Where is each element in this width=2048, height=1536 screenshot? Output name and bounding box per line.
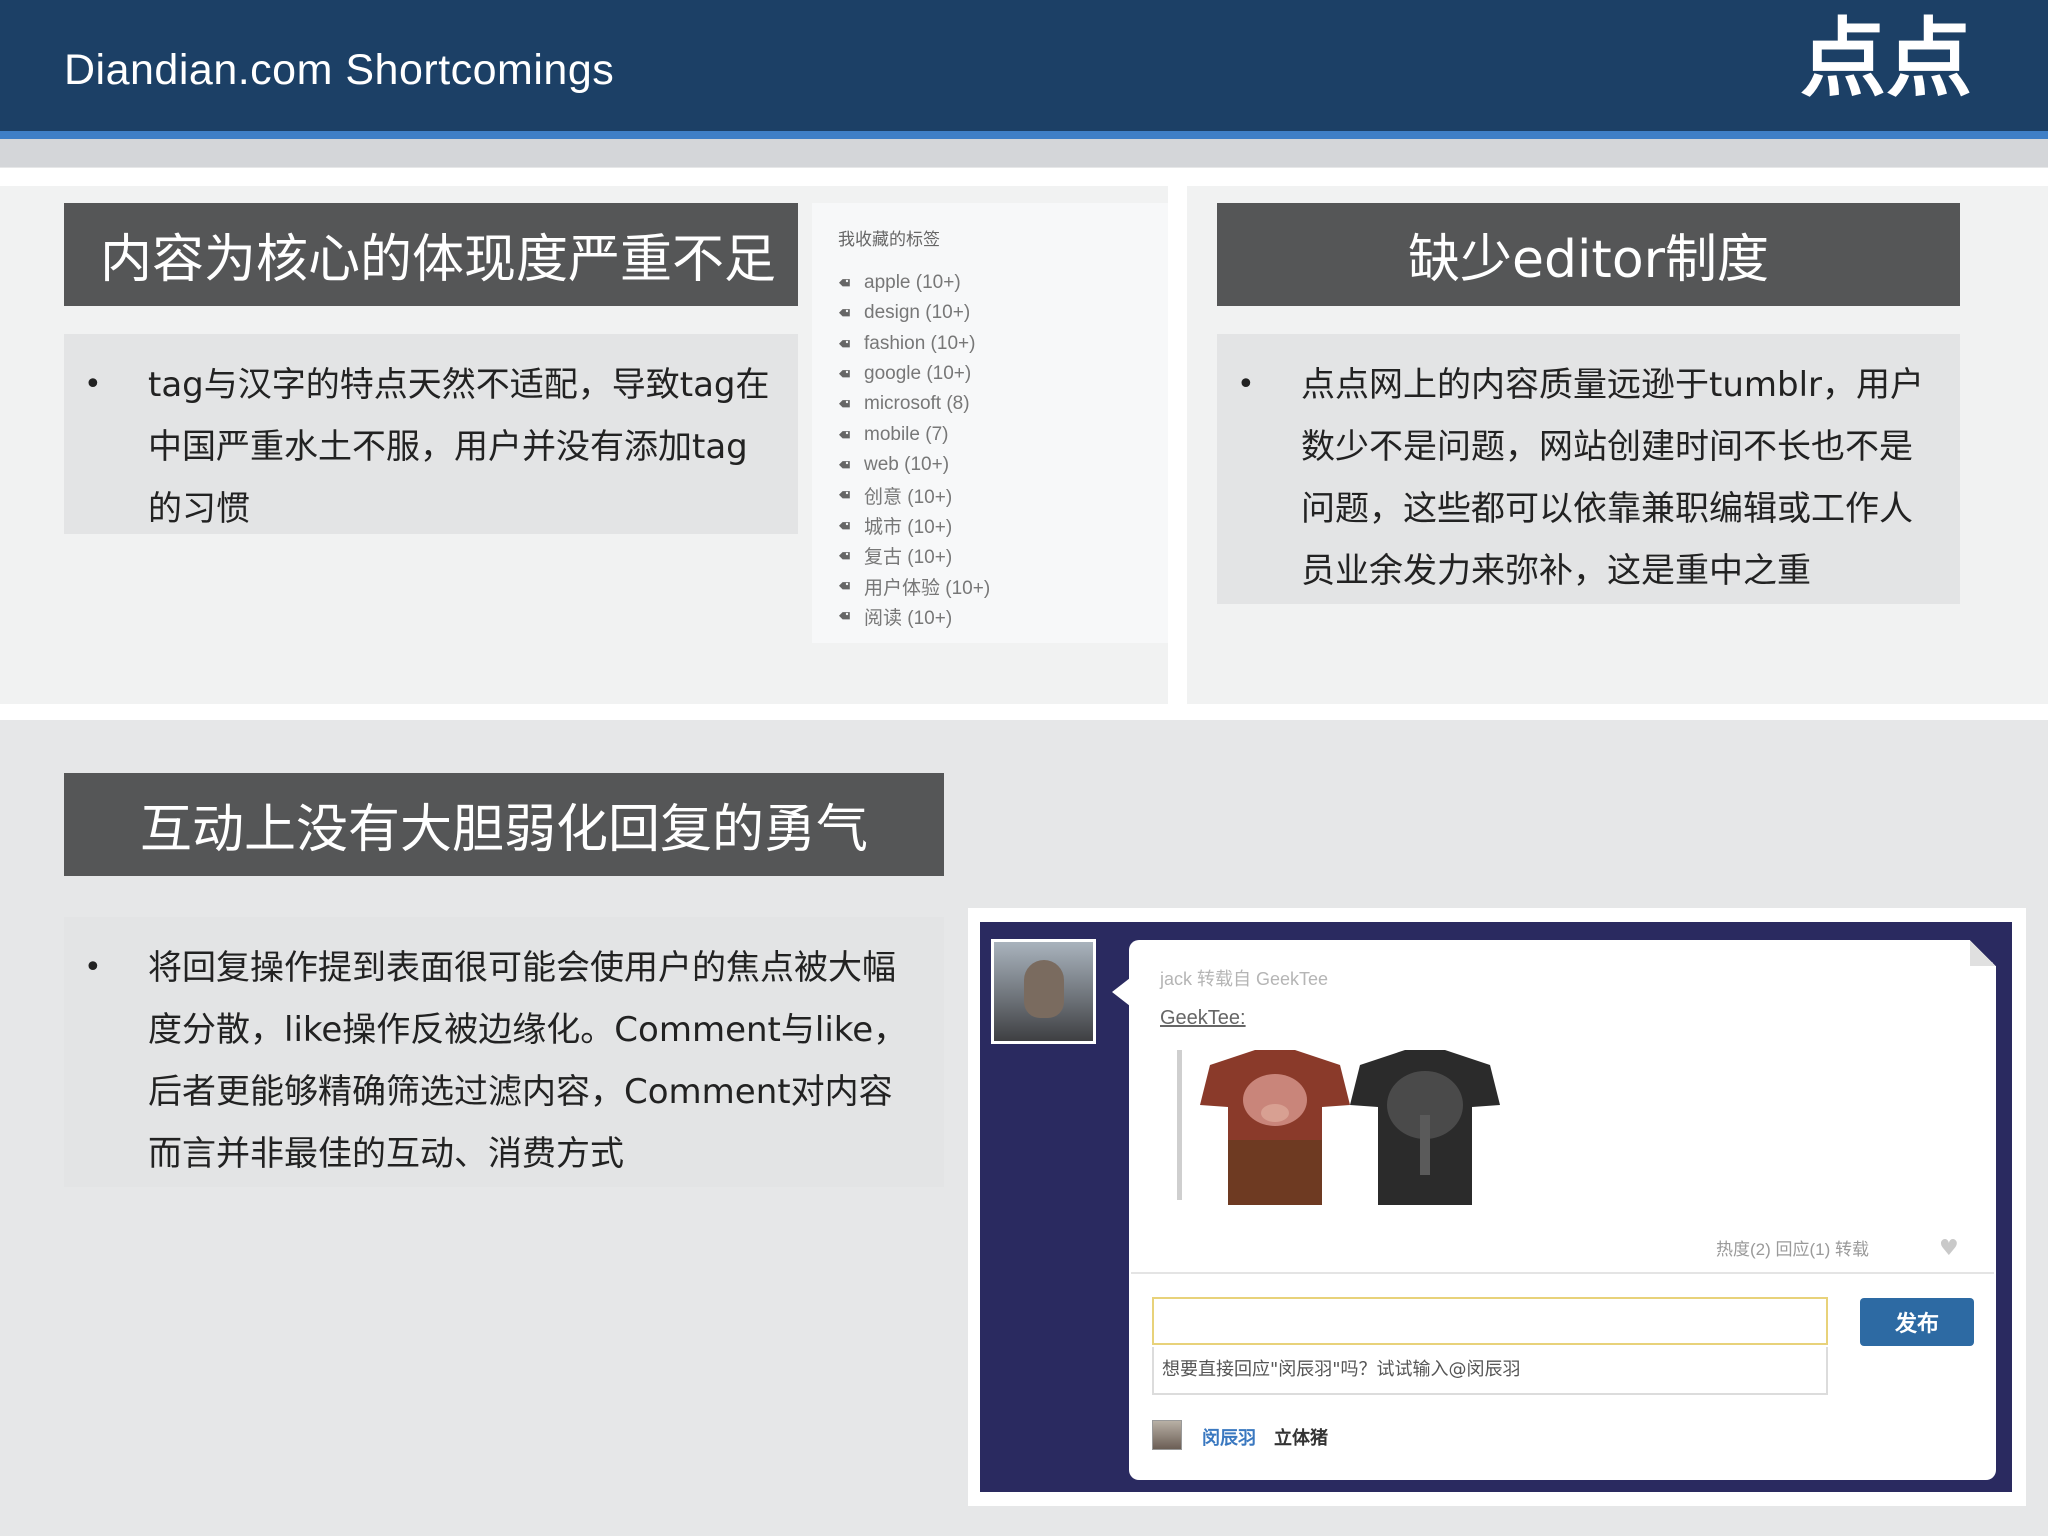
tag-list-header: 我收藏的标签 [838,230,940,249]
post-stats[interactable]: 热度(2) 回应(1) 转载 [1716,1235,1869,1260]
tag-icon [838,491,850,499]
commenter-name[interactable]: 闵辰羽 [1202,1424,1256,1450]
header-shade [0,139,2048,167]
avatar-face [1024,960,1064,1018]
bullet-line: 问题，这些都可以依靠兼职编辑或工作人 [1301,489,1913,529]
card-divider [1131,1272,1994,1274]
divider-top [0,168,2048,186]
bullet-line: 中国严重水土不服，用户并没有添加tag [148,427,748,467]
tag-item[interactable]: fashion (10+) [838,329,1142,359]
card-pointer [1112,978,1130,1006]
section3-bullet: • 将回复操作提到表面很可能会使用户的焦点被大幅 度分散，like操作反被边缘化… [64,917,944,1187]
tag-item[interactable]: design (10+) [838,298,1142,328]
bullet-line: tag与汉字的特点天然不适配，导致tag在 [148,365,770,405]
tag-icon [838,461,850,469]
card-fold-corner [1970,940,1996,966]
tag-icon [838,400,850,408]
tag-label: 阅读 (10+) [864,607,953,629]
tag-list-panel: 我收藏的标签 apple (10+) design (10+) fashion (1… [812,203,1168,643]
tag-label: fashion (10+) [864,332,976,354]
tag-label: design (10+) [864,302,971,324]
divider-middle [0,704,2048,720]
poster-avatar[interactable] [991,939,1096,1044]
tag-icon [838,582,850,590]
bullet-line: 的习惯 [148,489,250,529]
tag-item[interactable]: apple (10+) [838,268,1142,298]
bullet-dot: • [84,950,102,985]
tag-icon [838,521,850,529]
section2-title: 缺少editor制度 [1217,203,1960,306]
tag-label: google (10+) [864,363,972,385]
section1-bullet: • tag与汉字的特点天然不适配，导致tag在 中国严重水土不服，用户并没有添加… [64,334,798,534]
bullet-line: 数少不是问题，网站创建时间不长也不是 [1301,427,1913,467]
bullet-dot: • [84,367,102,402]
tag-label: 复古 (10+) [864,547,953,569]
tag-icon [838,551,850,560]
tag-icon [838,430,850,438]
header-bar: Diandian.com Shortcomings 点点 [0,0,2048,131]
section2-bullet: • 点点网上的内容质量远逊于tumblr，用户 数少不是问题，网站创建时间不长也… [1217,334,1960,604]
bullet-dot: • [1237,367,1255,402]
quote-bar [1177,1050,1182,1200]
commenter-avatar[interactable] [1152,1420,1182,1450]
bullet-line: 员业余发力来弥补，这是重中之重 [1301,551,1811,591]
tag-item[interactable]: mobile (7) [838,419,1142,449]
tag-icon [838,279,850,287]
logo-text: 点点 [1800,10,1972,109]
tag-item[interactable]: microsoft (8) [838,389,1142,419]
bullet-line: 度分散，like操作反被边缘化。Comment与like， [148,1010,908,1050]
slide-title: Diandian.com Shortcomings [64,46,615,94]
tag-icon [838,339,850,348]
tag-item[interactable]: web (10+) [838,450,1142,480]
tag-icon [838,370,850,378]
tag-item[interactable]: 城市 (10+) [838,510,1142,540]
diandian-logo: 点点 [1800,10,1972,109]
tag-label: 用户体验 (10+) [864,577,991,599]
tshirt-images [1200,1050,1500,1205]
tag-label: microsoft (8) [864,393,970,415]
repost-meta: jack 转载自 GeekTee [1160,969,1329,989]
pig-tshirt-image [1200,1050,1350,1205]
heart-icon[interactable]: ♥ [1939,1236,1959,1261]
bullet-line: 将回复操作提到表面很可能会使用户的焦点被大幅 [148,948,896,988]
tag-icon [838,309,850,317]
reply-hint: 想要直接回应"闵辰羽"吗？试试输入@闵辰羽 [1152,1347,1828,1395]
header-stripe [0,131,2048,139]
bullet-line: 后者更能够精确筛选过滤内容，Comment对内容 [148,1072,893,1112]
source-link[interactable]: GeekTee: [1160,1007,1246,1030]
tag-item[interactable]: 用户体验 (10+) [838,571,1142,601]
tag-item[interactable]: 创意 (10+) [838,480,1142,510]
elephant-tshirt-image [1350,1050,1500,1205]
tag-label: 创意 (10+) [864,486,953,508]
tag-label: apple (10+) [864,272,961,294]
tag-item[interactable]: 阅读 (10+) [838,601,1142,631]
panel-gap [1168,186,1187,704]
tag-label: 城市 (10+) [864,517,953,539]
bullet-line: 而言并非最佳的互动、消费方式 [148,1134,624,1174]
bullet-line: 点点网上的内容质量远逊于tumblr，用户 [1301,365,1925,405]
commenter-sub: 立体猪 [1274,1428,1328,1449]
tag-item[interactable]: 复古 (10+) [838,541,1142,571]
tag-label: mobile (7) [864,423,949,445]
section1-title: 内容为核心的体现度严重不足 [64,203,798,306]
reply-input[interactable] [1152,1297,1828,1345]
tag-icon [838,612,850,620]
tag-label: web (10+) [864,453,950,475]
section3-title: 互动上没有大胆弱化回复的勇气 [64,773,944,876]
publish-button[interactable]: 发布 [1860,1298,1974,1346]
tag-item[interactable]: google (10+) [838,359,1142,389]
